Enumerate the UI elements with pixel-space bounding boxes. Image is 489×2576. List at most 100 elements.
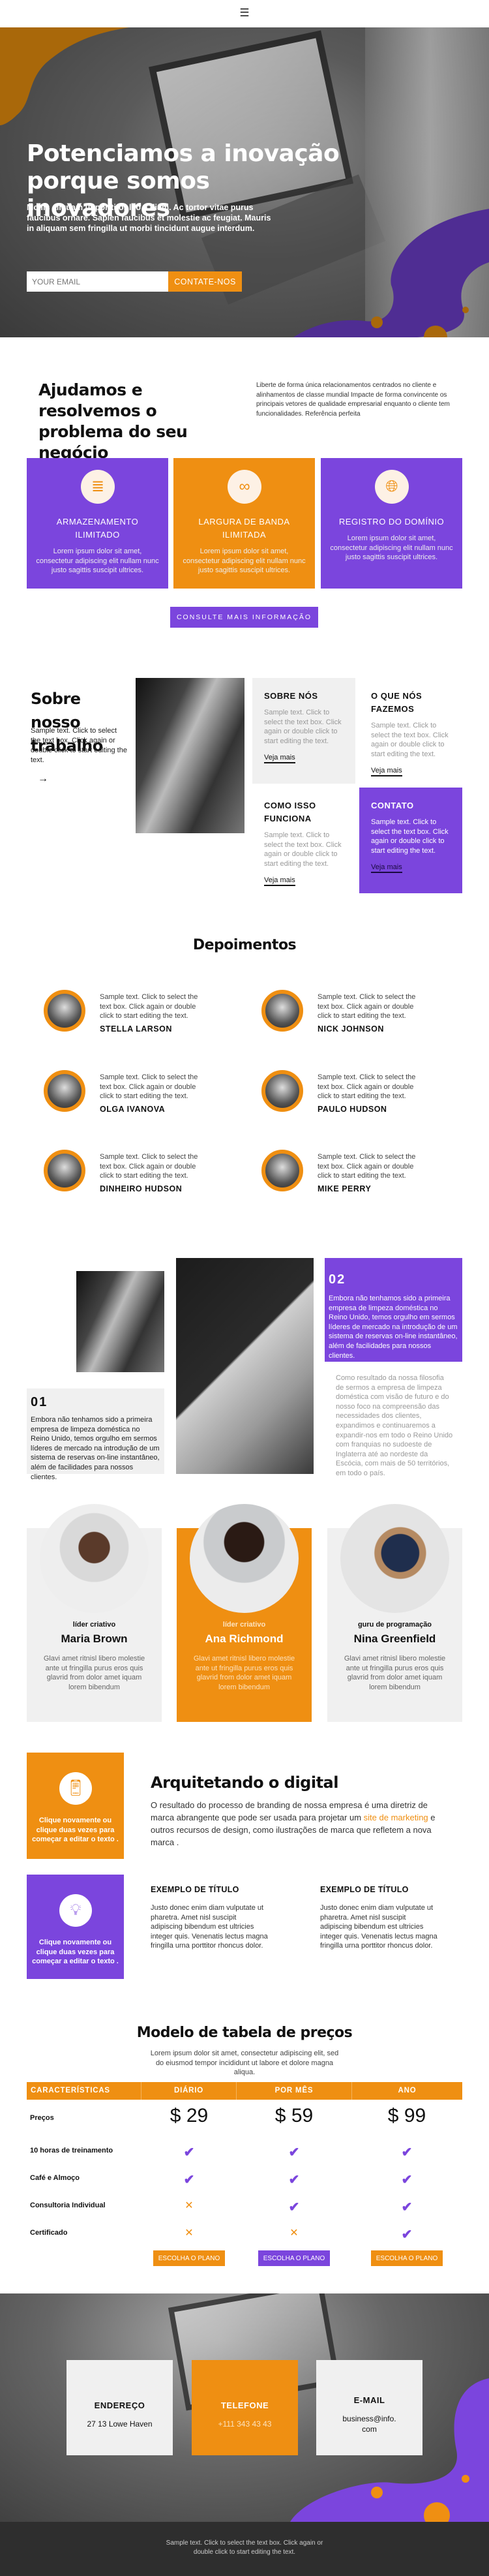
step-01-box: 01 Embora não tenhamos sido a primeira e… — [27, 1388, 164, 1481]
example-text: Justo donec enim diam vulputate ut phare… — [320, 1904, 437, 1950]
contact-phone-title: TELEFONE — [220, 2400, 269, 2410]
service-card-text: Lorem ipsum dolor sit amet, consectetur … — [183, 547, 306, 574]
check-icon: ✔ — [401, 2200, 413, 2215]
testimonial-text: Sample text. Click to select the text bo… — [318, 1153, 416, 1180]
check-icon: ✔ — [183, 2173, 195, 2187]
feature-box-mobile: 📱︎ Clique novamente ou clique duas vezes… — [27, 1753, 124, 1859]
testimonial-name: OLGA IVANOVA — [100, 1105, 166, 1114]
testimonial-name: MIKE PERRY — [318, 1184, 372, 1193]
team-member-role: líder criativo — [72, 1621, 116, 1629]
footer: Sample text. Click to select the text bo… — [0, 2522, 489, 2576]
tile-contact: CONTATO Sample text. Click to select the… — [359, 788, 462, 893]
globe-www-icon: 🌐︎ — [375, 470, 409, 504]
feature-box-text: Clique novamente ou clique duas vezes pa… — [32, 1817, 119, 1844]
more-info-button[interactable]: CONSULTE MAIS INFORMAÇÃO — [170, 607, 318, 628]
see-more-link[interactable]: Veja mais — [264, 754, 295, 763]
service-card-title: REGISTRO DO DOMÍNIO — [338, 517, 445, 527]
tile-how-it-works: COMO ISSO FUNCIONA Sample text. Click to… — [252, 788, 355, 893]
tile-about-us: SOBRE NÓS Sample text. Click to select t… — [252, 678, 355, 784]
see-more-link[interactable]: Veja mais — [264, 876, 295, 886]
service-card-text: Lorem ipsum dolor sit amet, consectetur … — [330, 534, 453, 561]
testimonial-name: STELLA LARSON — [100, 1024, 172, 1034]
price-value: $ 29 — [170, 2105, 209, 2126]
marketing-site-link[interactable]: site de marketing — [364, 1813, 428, 1822]
testimonial-name: DINHEIRO HUDSON — [100, 1184, 183, 1193]
team-member-photo — [340, 1504, 449, 1613]
digital-title: Arquitetando o digital — [151, 1773, 338, 1792]
arrow-right-icon[interactable]: → — [38, 773, 48, 785]
team-member-name: Ana Richmond — [205, 1633, 284, 1645]
service-card-title: ARMAZENAMENTO ILIMITADO — [56, 517, 139, 540]
header-yearly: ANO — [398, 2087, 417, 2094]
team-member-name: Maria Brown — [61, 1633, 128, 1645]
infinity-icon: ∞ — [228, 470, 261, 504]
step-02-box: 02 Embora não tenhamos sido a primeira e… — [325, 1258, 462, 1362]
header-monthly: POR MÊS — [237, 2082, 352, 2100]
see-more-link[interactable]: Veja mais — [371, 863, 402, 873]
team-member-description: Glavi amet ritnisl libero molestie ante … — [43, 1655, 145, 1691]
header-features: CARACTERÍSTICAS — [27, 2082, 141, 2100]
team-member-role: guru de programação — [357, 1621, 432, 1629]
contact-email-box: E-MAIL business@info.com — [316, 2360, 422, 2455]
contact-address-box: ENDEREÇO 27 13 Lowe Haven — [67, 2360, 173, 2455]
tile-title: COMO ISSO FUNCIONA — [264, 801, 316, 823]
example-title: EXEMPLO DE TÍTULO — [151, 1885, 239, 1894]
team-member-role: líder criativo — [222, 1621, 266, 1629]
building-small-image — [76, 1271, 164, 1372]
testimonial-avatar — [261, 1150, 303, 1191]
testimonial-avatar — [44, 990, 85, 1032]
team-member-description: Glavi amet ritnisl libero molestie ante … — [193, 1655, 295, 1691]
price-value: $ 99 — [387, 2105, 426, 2126]
row-label-feature: Certificado — [30, 2229, 68, 2237]
testimonial-text: Sample text. Click to select the text bo… — [100, 1073, 198, 1100]
row-label-feature: Café e Almoço — [30, 2174, 80, 2182]
step-text: Embora não tenhamos sido a primeira empr… — [31, 1416, 160, 1481]
choose-plan-button[interactable]: ESCOLHA O PLANO — [153, 2250, 225, 2266]
top-nav: ☰ — [0, 0, 489, 27]
tile-text: Sample text. Click to select the text bo… — [371, 722, 449, 758]
testimonial-name: NICK JOHNSON — [318, 1024, 384, 1034]
service-card-text: Lorem ipsum dolor sit amet, consectetur … — [36, 547, 159, 574]
testimonial-name: PAULO HUDSON — [318, 1105, 387, 1114]
check-icon: ✔ — [288, 2173, 300, 2187]
pricing-subtitle: Lorem ipsum dolor sit amet, consectetur … — [150, 2049, 339, 2077]
testimonial-avatar — [44, 1150, 85, 1191]
contact-email-value[interactable]: business@info.com — [342, 2414, 396, 2434]
testimonial-avatar — [261, 1070, 303, 1112]
contact-email-title: E-MAIL — [353, 2395, 385, 2405]
row-label-feature: Consultoria Individual — [30, 2201, 106, 2209]
service-card-title: LARGURA DE BANDA ILIMITADA — [198, 517, 290, 540]
see-more-link[interactable]: Veja mais — [371, 767, 402, 776]
check-icon: ✔ — [288, 2200, 300, 2215]
x-icon: ✕ — [185, 2200, 194, 2211]
building-image — [136, 678, 244, 833]
feature-box-idea: 💡︎ Clique novamente ou clique duas vezes… — [27, 1875, 124, 1979]
email-input[interactable] — [27, 271, 168, 292]
example-title: EXEMPLO DE TÍTULO — [320, 1885, 409, 1894]
contact-phone-value[interactable]: +111 343 43 43 — [205, 2419, 285, 2429]
footer-text: Sample text. Click to select the text bo… — [166, 2539, 323, 2556]
contact-address-value: 27 13 Lowe Haven — [87, 2419, 153, 2429]
header-daily: DIÁRIO — [141, 2082, 237, 2100]
choose-plan-button[interactable]: ESCOLHA O PLANO — [258, 2250, 330, 2266]
tile-title: O QUE NÓS FAZEMOS — [371, 691, 422, 714]
x-icon: ✕ — [185, 2228, 194, 2239]
hamburger-icon[interactable]: ☰ — [239, 7, 250, 18]
tile-title: CONTATO — [371, 801, 414, 810]
check-icon: ✔ — [288, 2145, 300, 2160]
team-member-name: Nina Greenfield — [353, 1633, 436, 1645]
testimonial-text: Sample text. Click to select the text bo… — [318, 993, 416, 1020]
choose-plan-button[interactable]: ESCOLHA O PLANO — [371, 2250, 443, 2266]
testimonials-title: Depoimentos — [192, 937, 297, 953]
tile-text: Sample text. Click to select the text bo… — [264, 709, 342, 745]
step-number: 01 — [31, 1395, 48, 1409]
contact-button[interactable]: CONTATE-NOS — [168, 271, 242, 292]
lightbulb-icon: 💡︎ — [59, 1894, 92, 1927]
tile-what-we-do: O QUE NÓS FAZEMOS Sample text. Click to … — [359, 678, 462, 784]
contact-address-title: ENDEREÇO — [94, 2400, 145, 2410]
hero-section: Potenciamos a inovação porque somos inov… — [0, 27, 489, 337]
check-icon: ✔ — [401, 2173, 413, 2187]
hero-text: Mollis aliquam ut porttitor leo a diam. … — [27, 203, 271, 233]
x-icon: ✕ — [289, 2228, 299, 2239]
team-member-photo — [40, 1504, 149, 1613]
